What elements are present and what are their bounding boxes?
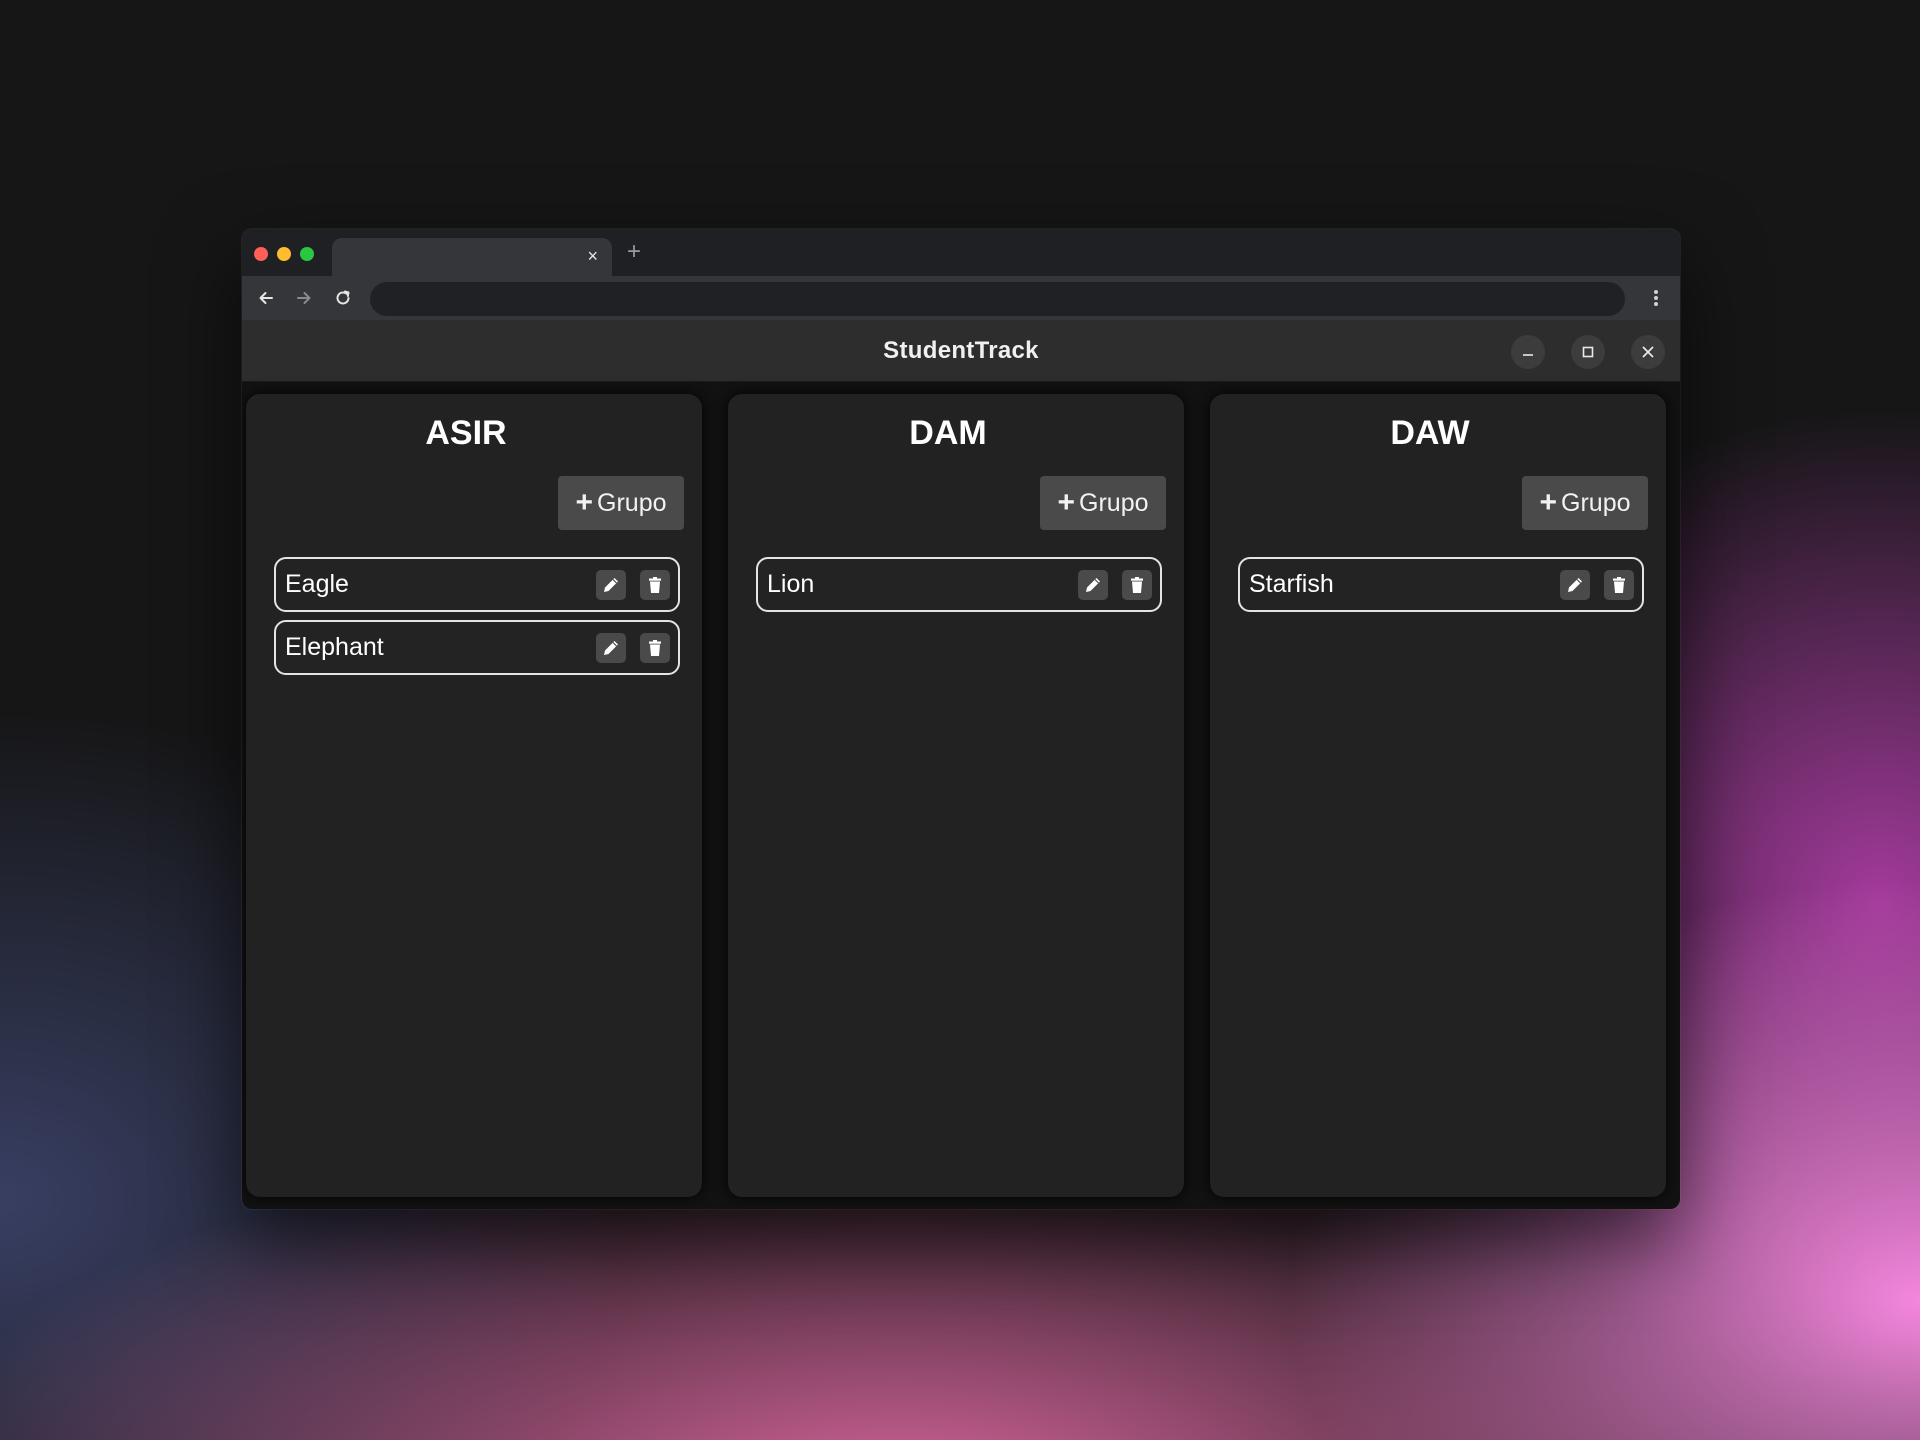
minimize-icon[interactable] bbox=[1511, 335, 1545, 369]
pencil-icon[interactable] bbox=[1078, 570, 1108, 600]
window-close-dot[interactable] bbox=[254, 247, 268, 261]
browser-tab[interactable]: × bbox=[332, 238, 612, 276]
browser-toolbar bbox=[242, 276, 1680, 320]
forward-arrow-icon[interactable] bbox=[290, 284, 318, 312]
close-icon[interactable] bbox=[1631, 335, 1665, 369]
browser-menu-icon[interactable] bbox=[1646, 286, 1666, 310]
browser-tab-bar: × + bbox=[242, 229, 1680, 276]
group-label: Eagle bbox=[285, 570, 349, 598]
group-item[interactable]: Elephant bbox=[274, 620, 680, 675]
add-group-button[interactable]: + Grupo bbox=[1522, 476, 1648, 530]
browser-window: × + StudentTrack ASIR + Grupo Eagle Elep… bbox=[242, 229, 1680, 1209]
column-daw: DAW + Grupo Starfish bbox=[1210, 394, 1666, 1197]
window-minimize-dot[interactable] bbox=[277, 247, 291, 261]
pencil-icon[interactable] bbox=[1560, 570, 1590, 600]
add-group-button[interactable]: + Grupo bbox=[558, 476, 684, 530]
plus-icon: + bbox=[1539, 486, 1558, 519]
column-title: ASIR bbox=[425, 414, 507, 452]
add-group-label: Grupo bbox=[1561, 488, 1631, 517]
group-item[interactable]: Starfish bbox=[1238, 557, 1644, 612]
app-title: StudentTrack bbox=[883, 337, 1039, 364]
column-title: DAW bbox=[1390, 414, 1470, 452]
new-tab-icon[interactable]: + bbox=[627, 240, 641, 264]
trash-icon[interactable] bbox=[640, 570, 670, 600]
group-label: Elephant bbox=[285, 633, 384, 661]
pencil-icon[interactable] bbox=[596, 633, 626, 663]
group-label: Starfish bbox=[1249, 570, 1334, 598]
window-zoom-dot[interactable] bbox=[300, 247, 314, 261]
maximize-icon[interactable] bbox=[1571, 335, 1605, 369]
trash-icon[interactable] bbox=[1604, 570, 1634, 600]
back-arrow-icon[interactable] bbox=[252, 284, 280, 312]
add-group-label: Grupo bbox=[1079, 488, 1149, 517]
reload-icon[interactable] bbox=[329, 284, 357, 312]
plus-icon: + bbox=[1057, 486, 1076, 519]
pencil-icon[interactable] bbox=[596, 570, 626, 600]
add-group-label: Grupo bbox=[597, 488, 667, 517]
tab-close-icon[interactable]: × bbox=[587, 247, 598, 265]
app-header: StudentTrack bbox=[242, 320, 1680, 382]
column-asir: ASIR + Grupo Eagle Elephant bbox=[246, 394, 702, 1197]
group-item[interactable]: Lion bbox=[756, 557, 1162, 612]
main-content: ASIR + Grupo Eagle Elephant DAM + Grupo … bbox=[242, 382, 1680, 1209]
trash-icon[interactable] bbox=[1122, 570, 1152, 600]
add-group-button[interactable]: + Grupo bbox=[1040, 476, 1166, 530]
column-title: DAM bbox=[909, 414, 987, 452]
address-bar[interactable] bbox=[370, 282, 1625, 316]
plus-icon: + bbox=[575, 486, 594, 519]
group-label: Lion bbox=[767, 570, 815, 598]
column-dam: DAM + Grupo Lion bbox=[728, 394, 1184, 1197]
group-item[interactable]: Eagle bbox=[274, 557, 680, 612]
trash-icon[interactable] bbox=[640, 633, 670, 663]
